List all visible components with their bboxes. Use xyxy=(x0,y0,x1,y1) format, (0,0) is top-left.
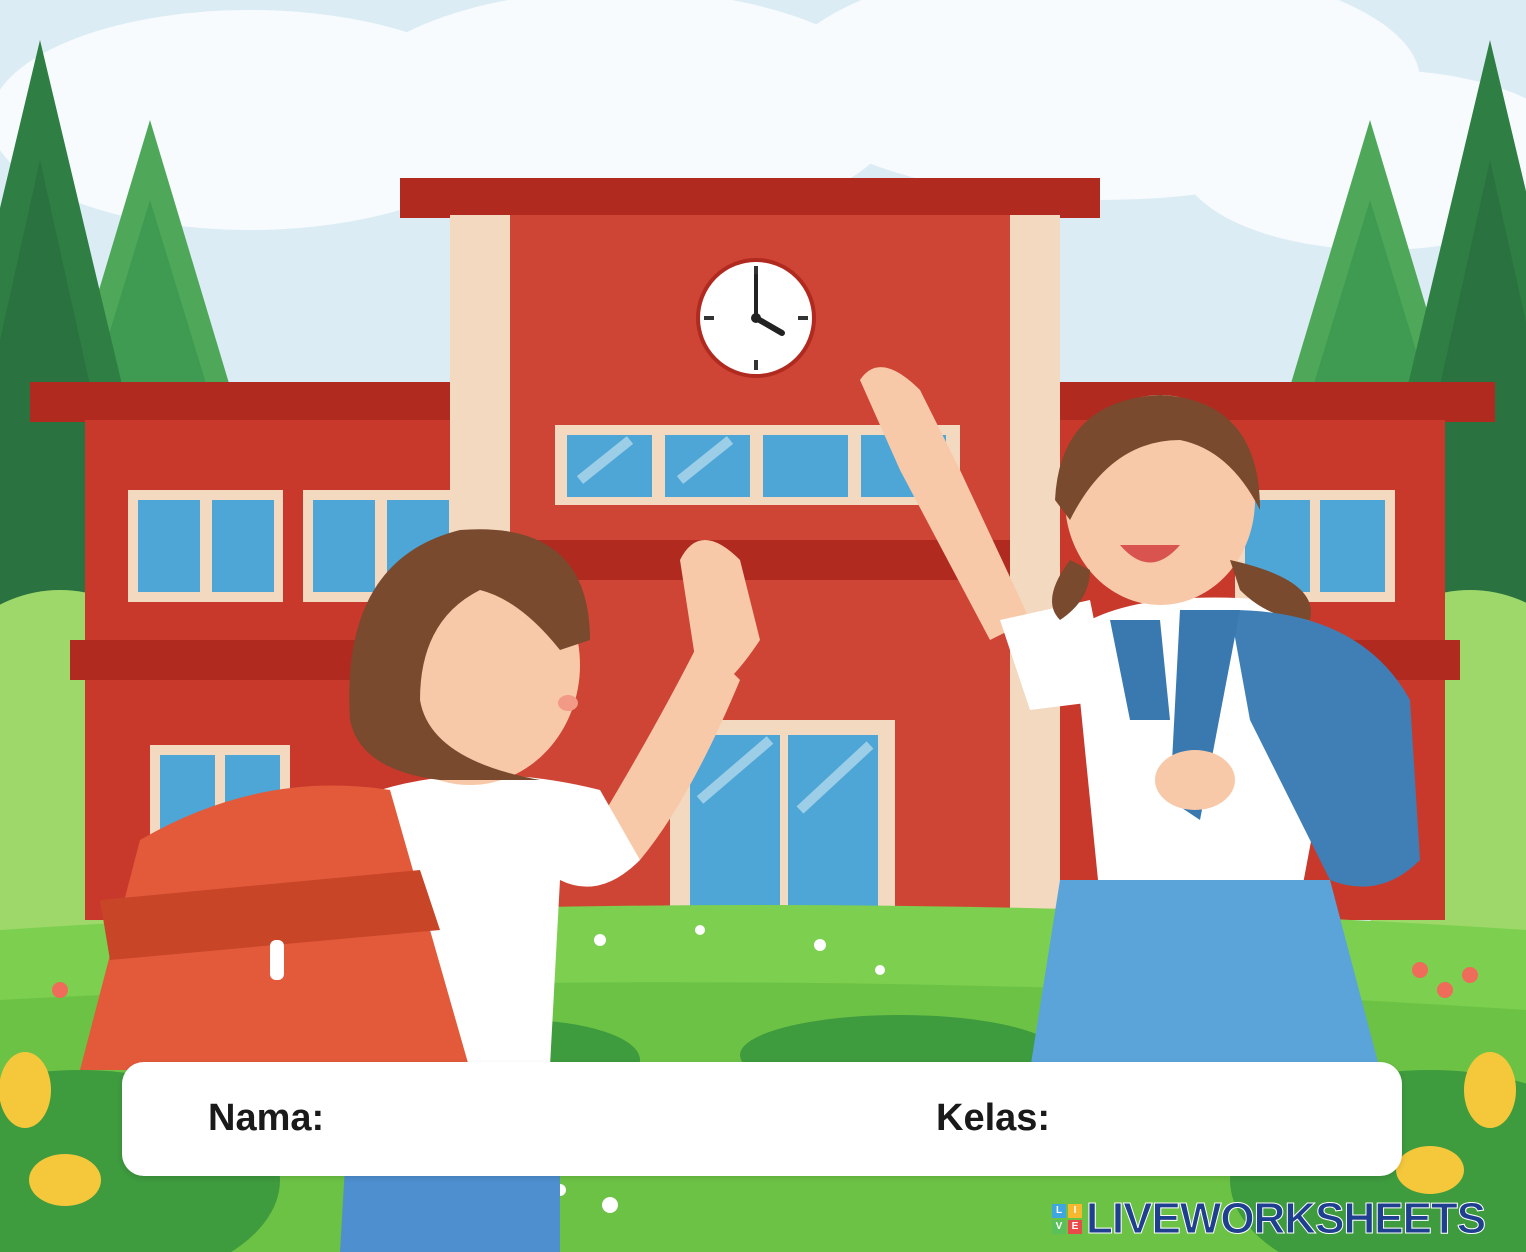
name-label: Nama: xyxy=(208,1097,325,1139)
name-input[interactable] xyxy=(340,1090,904,1148)
student-info-panel: Nama: Kelas: xyxy=(122,1062,1402,1176)
class-label: Kelas: xyxy=(936,1097,1051,1139)
clock-icon xyxy=(696,258,816,378)
liveworksheets-brand[interactable]: L I V E LIVEWORKSHEETS xyxy=(1052,1194,1487,1243)
brand-wordmark: LIVEWORKSHEETS xyxy=(1085,1194,1486,1243)
class-input[interactable] xyxy=(1058,1090,1372,1148)
worksheet-cover: Nama: Kelas: L I V E LIVEWORKSHEETS xyxy=(0,0,1526,1252)
liveworksheets-logo-icon: L I V E xyxy=(1052,1204,1082,1234)
